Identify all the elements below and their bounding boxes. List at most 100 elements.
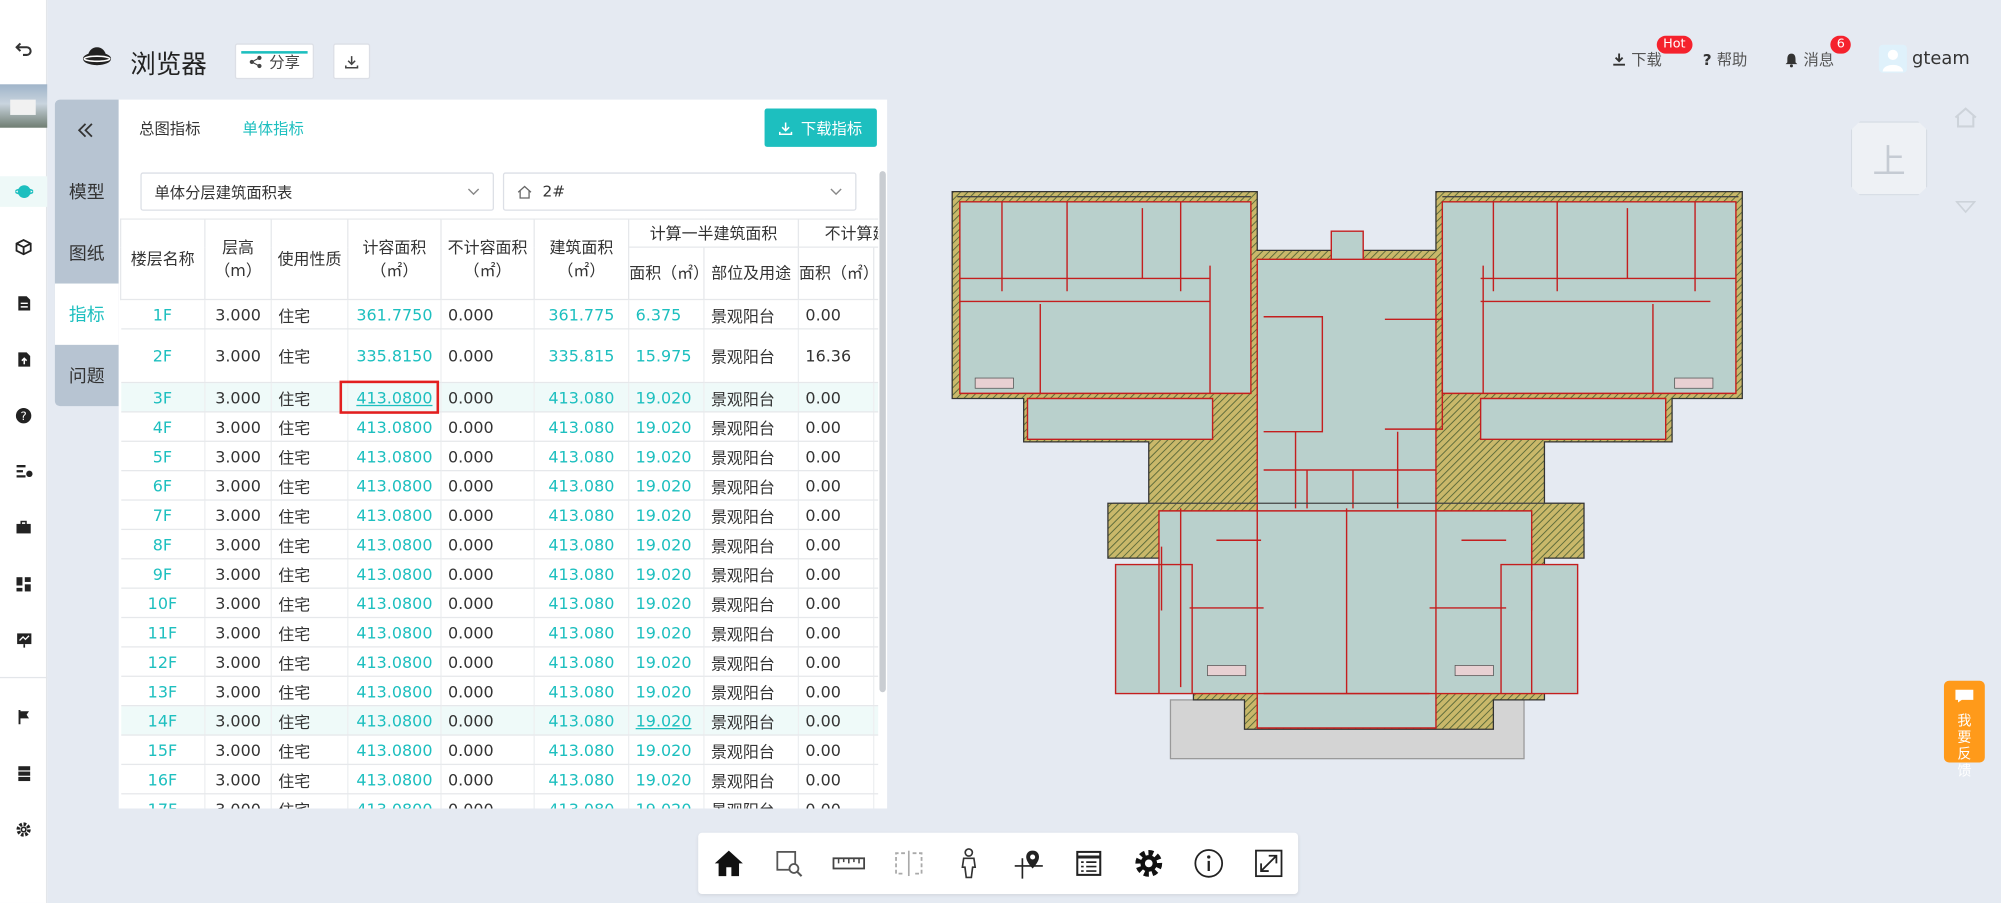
cell-calc[interactable]: 335.8150 <box>347 328 442 384</box>
cell-half[interactable]: 19.020 <box>628 441 705 472</box>
feedback-button[interactable]: 我要反馈 <box>1943 680 1985 779</box>
table-row[interactable]: 3F 3.000 住宅 413.0800 0.000 413.080 19.020 景观阳台 0… <box>120 382 879 413</box>
cell-build[interactable]: 413.080 <box>534 676 630 707</box>
top-download[interactable]: 下载 <box>1612 49 1662 71</box>
measure-ruler-icon[interactable] <box>818 833 878 894</box>
view-menu-icon[interactable] <box>1954 194 1977 218</box>
table-row[interactable]: 14F 3.000 住宅 413.0800 0.000 413.080 19.020 景观阳台… <box>120 705 879 736</box>
document-icon[interactable] <box>0 287 47 318</box>
cell-build[interactable]: 413.080 <box>534 411 630 442</box>
cell-build[interactable]: 413.080 <box>534 588 630 619</box>
cell-calc[interactable]: 413.0800 <box>347 558 442 589</box>
cell-build[interactable]: 413.080 <box>534 441 630 472</box>
table-row[interactable]: 6F 3.000 住宅 413.0800 0.000 413.080 19.020 景观阳台 0… <box>120 470 879 501</box>
cell-build[interactable]: 413.080 <box>534 735 630 766</box>
cell-calc[interactable]: 413.0800 <box>347 646 442 677</box>
model-viewer[interactable] <box>893 100 2001 815</box>
cell-build[interactable]: 413.080 <box>534 793 630 809</box>
view-cube[interactable]: 上 <box>1850 121 1928 196</box>
cell-calc[interactable]: 413.0800 <box>347 529 442 560</box>
cell-half[interactable]: 19.020 <box>628 411 705 442</box>
tab-building-index[interactable]: 单体指标 <box>243 118 304 140</box>
table-row[interactable]: 12F 3.000 住宅 413.0800 0.000 413.080 19.020 景观阳台… <box>120 646 879 677</box>
cell-calc[interactable]: 413.0800 <box>347 676 442 707</box>
cell-calc[interactable]: 413.0800 <box>347 617 442 648</box>
cell-calc[interactable]: 413.0800 <box>347 705 442 736</box>
cell-build[interactable]: 413.080 <box>534 500 630 531</box>
back-icon[interactable] <box>0 33 47 64</box>
cell-build[interactable]: 361.775 <box>534 299 630 330</box>
cube-icon[interactable] <box>0 231 47 262</box>
fullscreen-icon[interactable] <box>1238 833 1298 894</box>
cell-half[interactable]: 19.020 <box>628 588 705 619</box>
user-menu[interactable]: gteam <box>1878 44 1970 73</box>
cell-calc[interactable]: 413.0800 <box>347 793 442 809</box>
cell-half[interactable]: 19.020 <box>628 500 705 531</box>
table-row[interactable]: 16F 3.000 住宅 413.0800 0.000 413.080 19.020 景观阳台… <box>120 764 879 795</box>
dashboard-icon[interactable] <box>0 568 47 599</box>
browser-icon[interactable] <box>0 176 48 207</box>
cell-calc[interactable]: 413.0800 <box>347 588 442 619</box>
model-thumbnail[interactable] <box>0 84 48 128</box>
cell-half[interactable]: 19.020 <box>628 735 705 766</box>
view-home-icon[interactable] <box>1953 106 1979 134</box>
cell-build[interactable]: 413.080 <box>534 529 630 560</box>
cell-calc[interactable]: 413.0800 <box>347 470 442 501</box>
file-upload-icon[interactable] <box>0 344 47 375</box>
cell-build[interactable]: 413.080 <box>534 764 630 795</box>
cell-calc[interactable]: 413.0800 <box>347 411 442 442</box>
location-pin-icon[interactable] <box>998 833 1058 894</box>
table-row[interactable]: 8F 3.000 住宅 413.0800 0.000 413.080 19.020 景观阳台 0… <box>120 529 879 560</box>
menu-item-model[interactable]: 模型 <box>55 161 119 222</box>
cell-build[interactable]: 413.080 <box>534 617 630 648</box>
table-row[interactable]: 10F 3.000 住宅 413.0800 0.000 413.080 19.020 景观阳台… <box>120 588 879 619</box>
cell-half[interactable]: 19.020 <box>628 558 705 589</box>
messages-link[interactable]: 消息 <box>1784 49 1834 71</box>
export-button[interactable] <box>333 43 371 80</box>
properties-list-icon[interactable] <box>1058 833 1118 894</box>
cell-calc[interactable]: 413.0800 <box>347 735 442 766</box>
walk-person-icon[interactable] <box>938 833 998 894</box>
table-row[interactable]: 5F 3.000 住宅 413.0800 0.000 413.080 19.020 景观阳台 0… <box>120 441 879 472</box>
table-row[interactable]: 11F 3.000 住宅 413.0800 0.000 413.080 19.020 景观阳台… <box>120 617 879 648</box>
building-select[interactable]: 2# <box>502 172 857 211</box>
cell-calc[interactable]: 413.0800 <box>347 500 442 531</box>
settings-gear-icon[interactable] <box>0 814 47 845</box>
presentation-icon[interactable] <box>0 625 47 656</box>
table-row[interactable]: 15F 3.000 住宅 413.0800 0.000 413.080 19.020 景观阳台… <box>120 735 879 766</box>
cell-build[interactable]: 413.080 <box>534 705 630 736</box>
info-icon[interactable] <box>1178 833 1238 894</box>
cell-half[interactable]: 19.020 <box>628 382 705 413</box>
cell-half[interactable]: 19.020 <box>628 793 705 809</box>
cell-half[interactable]: 19.020 <box>628 676 705 707</box>
flag-icon[interactable] <box>0 701 47 732</box>
cell-half[interactable]: 19.020 <box>628 529 705 560</box>
table-type-select[interactable]: 单体分层建筑面积表 <box>140 172 494 211</box>
cell-half[interactable]: 19.020 <box>628 764 705 795</box>
cell-calc[interactable]: 413.0800 <box>347 764 442 795</box>
cell-calc[interactable]: 413.0800 <box>347 441 442 472</box>
settings-icon[interactable] <box>1118 833 1178 894</box>
table-row[interactable]: 13F 3.000 住宅 413.0800 0.000 413.080 19.020 景观阳台… <box>120 676 879 707</box>
cell-build[interactable]: 413.080 <box>534 470 630 501</box>
list-settings-icon[interactable] <box>0 456 47 487</box>
cell-half[interactable]: 19.020 <box>628 617 705 648</box>
zoom-window-icon[interactable] <box>758 833 818 894</box>
cell-build[interactable]: 335.815 <box>534 328 630 384</box>
menu-item-index[interactable]: 指标 <box>54 283 119 345</box>
question-icon[interactable]: ? <box>0 400 47 431</box>
table-row[interactable]: 7F 3.000 住宅 413.0800 0.000 413.080 19.020 景观阳台 0… <box>120 500 879 531</box>
briefcase-icon[interactable] <box>0 512 47 543</box>
table-row[interactable]: 2F 3.000 住宅 335.8150 0.000 335.815 15.975 景观阳台 1… <box>120 328 879 384</box>
cell-build[interactable]: 413.080 <box>534 558 630 589</box>
cell-half[interactable]: 19.020 <box>628 470 705 501</box>
help-link[interactable]: ? 帮助 <box>1703 49 1748 71</box>
cell-half[interactable]: 19.020 <box>628 646 705 677</box>
database-icon[interactable] <box>0 757 47 788</box>
table-row[interactable]: 17F3.000住宅413.08000.000413.08019.020景观阳台… <box>120 793 879 809</box>
menu-item-drawing[interactable]: 图纸 <box>55 222 119 283</box>
table-row[interactable]: 9F 3.000 住宅 413.0800 0.000 413.080 19.020 景观阳台 0… <box>120 558 879 589</box>
menu-item-issues[interactable]: 问题 <box>55 345 119 406</box>
table-row[interactable]: 4F 3.000 住宅 413.0800 0.000 413.080 19.020 景观阳台 0… <box>120 411 879 442</box>
cell-half[interactable]: 19.020 <box>628 705 705 736</box>
